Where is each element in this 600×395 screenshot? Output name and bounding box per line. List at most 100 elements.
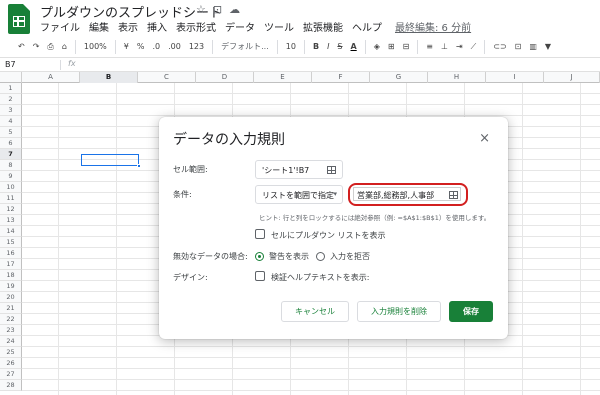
menu-help[interactable]: ヘルプ	[352, 19, 382, 34]
row-header[interactable]: 26	[0, 358, 22, 369]
name-box[interactable]: B7	[5, 60, 16, 69]
font-size-select[interactable]: 10	[286, 42, 296, 51]
row-header[interactable]: 2	[0, 94, 22, 105]
invalid-data-label: 無効なデータの場合:	[173, 252, 248, 261]
close-icon[interactable]: ×	[479, 131, 490, 146]
decimal-decrease-button[interactable]: .0	[152, 42, 160, 51]
star-icon[interactable]: ☆	[196, 3, 206, 16]
borders-icon[interactable]: ⊞	[388, 42, 395, 51]
row-header[interactable]: 18	[0, 270, 22, 281]
hint-text: ヒント: 行と列をロックするには絶対参照（例: =$A$1:$B$1）を使用しま…	[259, 214, 491, 222]
currency-button[interactable]: ¥	[124, 42, 129, 51]
warn-radio[interactable]	[255, 252, 264, 261]
paint-format-icon[interactable]: ⌂	[62, 42, 67, 51]
text-color-button[interactable]: A	[351, 42, 357, 51]
row-header[interactable]: 21	[0, 303, 22, 314]
row-header[interactable]: 1	[0, 83, 22, 94]
row-header[interactable]: 17	[0, 259, 22, 270]
menu-file[interactable]: ファイル	[40, 19, 80, 34]
row-header[interactable]: 19	[0, 281, 22, 292]
comment-icon[interactable]: ⊡	[515, 42, 522, 51]
menu-extensions[interactable]: 拡張機能	[303, 19, 343, 34]
row-header[interactable]: 28	[0, 380, 22, 391]
row-header[interactable]: 6	[0, 138, 22, 149]
sheets-logo-icon[interactable]	[8, 4, 30, 34]
merge-cells-icon[interactable]: ⊟	[403, 42, 410, 51]
row-header[interactable]: 20	[0, 292, 22, 303]
row-header[interactable]: 9	[0, 171, 22, 182]
cell-range-field[interactable]: 'シート1'!B7	[255, 160, 343, 179]
select-range-icon[interactable]	[449, 191, 458, 199]
text-rotate-icon[interactable]: ⟋	[471, 42, 477, 52]
undo-icon[interactable]: ↶	[18, 42, 25, 51]
chart-icon[interactable]: ▥	[529, 42, 537, 51]
select-range-icon[interactable]	[327, 166, 336, 174]
column-header[interactable]: H	[428, 72, 486, 83]
column-header-selected[interactable]: B	[80, 72, 138, 83]
row-header[interactable]: 24	[0, 336, 22, 347]
row-header[interactable]: 27	[0, 369, 22, 380]
menu-insert[interactable]: 挿入	[147, 19, 167, 34]
row-header[interactable]: 23	[0, 325, 22, 336]
column-header[interactable]: A	[22, 72, 80, 83]
row-header[interactable]: 22	[0, 314, 22, 325]
vertical-align-icon[interactable]: ⊥	[441, 42, 448, 51]
menu-tools[interactable]: ツール	[264, 19, 294, 34]
font-select[interactable]: デフォルト...	[221, 41, 269, 52]
column-header[interactable]: D	[196, 72, 254, 83]
move-folder-icon[interactable]: ⊡	[213, 3, 222, 16]
menu-edit[interactable]: 編集	[89, 19, 109, 34]
row-header[interactable]: 5	[0, 127, 22, 138]
criteria-type-select[interactable]: リストを範囲で指定 ▾	[255, 185, 343, 204]
save-button[interactable]: 保存	[449, 301, 493, 322]
row-header[interactable]: 3	[0, 105, 22, 116]
text-wrap-icon[interactable]: ⇥	[456, 42, 463, 51]
reject-radio[interactable]	[316, 252, 325, 261]
row-header[interactable]: 16	[0, 248, 22, 259]
fill-handle[interactable]	[137, 164, 141, 168]
row-header[interactable]: 8	[0, 160, 22, 171]
menu-view[interactable]: 表示	[118, 19, 138, 34]
fill-color-icon[interactable]: ◈	[374, 42, 380, 51]
row-header[interactable]: 25	[0, 347, 22, 358]
row-header[interactable]: 11	[0, 193, 22, 204]
cancel-button[interactable]: キャンセル	[281, 301, 349, 322]
column-header[interactable]: I	[486, 72, 544, 83]
show-dropdown-checkbox[interactable]	[255, 229, 265, 239]
row-header[interactable]: 10	[0, 182, 22, 193]
range-label: セル範囲:	[173, 165, 208, 174]
percent-button[interactable]: %	[137, 42, 145, 51]
menu-data[interactable]: データ	[225, 19, 255, 34]
decimal-increase-button[interactable]: .00	[168, 42, 181, 51]
remove-validation-button[interactable]: 入力規則を削除	[357, 301, 441, 322]
link-icon[interactable]: ⊂⊃	[493, 42, 506, 51]
print-icon[interactable]: ⎙	[47, 42, 53, 52]
row-header[interactable]: 13	[0, 215, 22, 226]
column-header[interactable]: F	[312, 72, 370, 83]
italic-button[interactable]: I	[327, 42, 329, 51]
strikethrough-button[interactable]: S	[337, 42, 342, 51]
filter-icon[interactable]: ▼	[545, 42, 551, 51]
row-header[interactable]: 15	[0, 237, 22, 248]
row-header-selected[interactable]: 7	[0, 149, 22, 160]
reject-label: 入力を拒否	[330, 252, 370, 261]
selected-cell-b7[interactable]	[81, 154, 141, 168]
horizontal-align-icon[interactable]: ≡	[426, 42, 433, 51]
bold-button[interactable]: B	[313, 42, 319, 51]
cloud-status-icon[interactable]: ☁	[229, 3, 240, 16]
column-header[interactable]: C	[138, 72, 196, 83]
number-format-select[interactable]: 123	[189, 42, 204, 51]
zoom-select[interactable]: 100%	[84, 42, 107, 51]
select-all-corner[interactable]	[0, 72, 22, 83]
criteria-values-input[interactable]: 営業部,総務部,人事部	[353, 187, 461, 201]
column-header[interactable]: J	[544, 72, 600, 83]
last-edit-link[interactable]: 最終編集: 6 分前	[395, 19, 471, 34]
column-header[interactable]: E	[254, 72, 312, 83]
row-header[interactable]: 4	[0, 116, 22, 127]
row-header[interactable]: 12	[0, 204, 22, 215]
redo-icon[interactable]: ↷	[33, 42, 40, 51]
menu-format[interactable]: 表示形式	[176, 19, 216, 34]
row-header[interactable]: 14	[0, 226, 22, 237]
help-text-checkbox[interactable]	[255, 271, 265, 281]
column-header[interactable]: G	[370, 72, 428, 83]
